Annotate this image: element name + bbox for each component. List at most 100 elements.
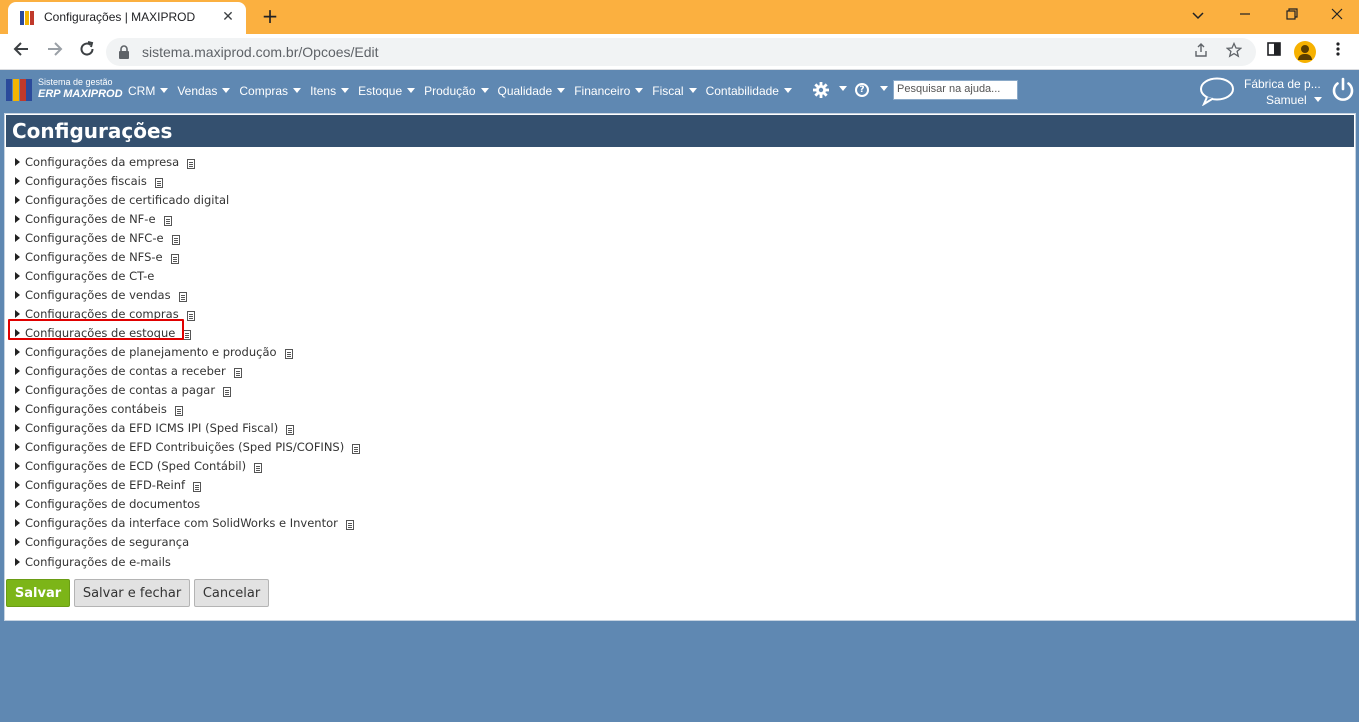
help-document-icon[interactable]: [352, 444, 361, 455]
back-arrow-icon[interactable]: [8, 39, 34, 65]
expand-arrow-icon[interactable]: [15, 481, 20, 490]
expand-arrow-icon[interactable]: [15, 214, 20, 223]
expand-arrow-icon[interactable]: [15, 557, 20, 566]
config-section-item[interactable]: Configurações de documentos: [15, 495, 360, 514]
config-section-item[interactable]: Configurações de e-mails: [15, 552, 360, 571]
new-tab-button[interactable]: +: [258, 5, 282, 29]
config-section-item[interactable]: Configurações de vendas: [15, 285, 360, 304]
config-section-item[interactable]: Configurações da empresa: [15, 152, 360, 171]
help-document-icon[interactable]: [223, 387, 232, 398]
expand-arrow-icon[interactable]: [15, 405, 20, 414]
bookmark-star-icon[interactable]: [1224, 41, 1244, 62]
more-menu-icon[interactable]: [1326, 40, 1350, 64]
expand-arrow-icon[interactable]: [15, 233, 20, 242]
power-logout-icon[interactable]: [1330, 77, 1356, 103]
help-document-icon[interactable]: [171, 234, 180, 245]
config-section-label[interactable]: Configurações de vendas: [25, 288, 171, 302]
help-document-icon[interactable]: [174, 406, 183, 417]
menu-item-financeiro[interactable]: Financeiro: [574, 82, 644, 100]
expand-arrow-icon[interactable]: [15, 367, 20, 376]
settings-gear-icon[interactable]: [812, 81, 830, 99]
expand-arrow-icon[interactable]: [15, 347, 20, 356]
menu-item-fiscal[interactable]: Fiscal: [652, 82, 697, 100]
config-section-label[interactable]: Configurações de NF-e: [25, 212, 156, 226]
config-section-label[interactable]: Configurações de EFD Contribuições (Sped…: [25, 440, 344, 454]
config-section-item[interactable]: Configurações de contas a pagar: [15, 381, 360, 400]
expand-arrow-icon[interactable]: [15, 290, 20, 299]
config-section-item[interactable]: Configurações de NF-e: [15, 209, 360, 228]
minimize-button[interactable]: [1233, 4, 1257, 28]
user-menu[interactable]: Samuel: [1266, 93, 1322, 107]
help-document-icon[interactable]: [286, 425, 295, 436]
help-document-icon[interactable]: [254, 463, 263, 474]
help-document-icon[interactable]: [163, 215, 172, 226]
help-document-icon[interactable]: [233, 368, 242, 379]
config-section-label[interactable]: Configurações da EFD ICMS IPI (Sped Fisc…: [25, 421, 278, 435]
reload-icon[interactable]: [74, 39, 100, 65]
cancel-button[interactable]: Cancelar: [194, 579, 269, 607]
config-section-item[interactable]: Configurações contábeis: [15, 400, 360, 419]
menu-item-itens[interactable]: Itens: [310, 82, 350, 100]
restore-button[interactable]: [1280, 4, 1304, 28]
config-section-item[interactable]: Configurações de ECD (Sped Contábil): [15, 457, 360, 476]
config-section-item[interactable]: Configurações de planejamento e produção: [15, 342, 360, 361]
help-document-icon[interactable]: [186, 310, 195, 321]
config-section-label[interactable]: Configurações de contas a receber: [25, 364, 226, 378]
config-section-label[interactable]: Configurações de planejamento e produção: [25, 345, 277, 359]
config-section-item[interactable]: Configurações de certificado digital: [15, 190, 360, 209]
menu-item-estoque[interactable]: Estoque: [358, 82, 416, 100]
config-section-item[interactable]: Configurações de EFD Contribuições (Sped…: [15, 438, 361, 457]
help-search-input[interactable]: Pesquisar na ajuda...: [893, 80, 1018, 100]
menu-item-qualidade[interactable]: Qualidade: [498, 82, 566, 100]
config-section-label[interactable]: Configurações de segurança: [25, 535, 189, 549]
config-section-label[interactable]: Configurações da empresa: [25, 155, 179, 169]
share-icon[interactable]: [1191, 42, 1211, 62]
menu-item-crm[interactable]: CRM: [128, 82, 169, 100]
config-section-label[interactable]: Configurações de EFD-Reinf: [25, 478, 185, 492]
expand-arrow-icon[interactable]: [15, 424, 20, 433]
config-section-label[interactable]: Configurações fiscais: [25, 174, 147, 188]
menu-item-producao[interactable]: Produção: [424, 82, 489, 100]
expand-arrow-icon[interactable]: [15, 271, 20, 280]
profile-avatar[interactable]: [1294, 41, 1316, 63]
help-document-icon[interactable]: [183, 329, 192, 340]
help-document-icon[interactable]: [170, 253, 179, 264]
help-document-icon[interactable]: [187, 158, 196, 169]
address-bar[interactable]: sistema.maxiprod.com.br/Opcoes/Edit: [106, 38, 1256, 66]
config-section-label[interactable]: Configurações de contas a pagar: [25, 383, 215, 397]
config-section-label[interactable]: Configurações de NFC-e: [25, 231, 164, 245]
help-document-icon[interactable]: [345, 520, 354, 531]
config-section-item[interactable]: Configurações de NFC-e: [15, 228, 360, 247]
maxiprod-logo-icon[interactable]: [6, 79, 32, 101]
config-section-label[interactable]: Configurações da interface com SolidWork…: [25, 516, 338, 530]
config-section-item[interactable]: Configurações da EFD ICMS IPI (Sped Fisc…: [15, 419, 360, 438]
config-section-label[interactable]: Configurações de CT-e: [25, 269, 154, 283]
config-section-item[interactable]: Configurações fiscais: [15, 171, 360, 190]
config-section-item[interactable]: Configurações da interface com SolidWork…: [15, 514, 360, 533]
tab-close-icon[interactable]: ✕: [220, 9, 236, 25]
expand-arrow-icon[interactable]: [15, 157, 20, 166]
expand-arrow-icon[interactable]: [15, 195, 20, 204]
help-document-icon[interactable]: [284, 348, 293, 359]
expand-arrow-icon[interactable]: [15, 176, 20, 185]
forward-arrow-icon[interactable]: [42, 39, 68, 65]
config-section-label[interactable]: Configurações de e-mails: [25, 555, 171, 569]
settings-caret-icon[interactable]: [839, 86, 847, 91]
expand-arrow-icon[interactable]: [15, 519, 20, 528]
expand-arrow-icon[interactable]: [15, 500, 20, 509]
help-document-icon[interactable]: [178, 291, 187, 302]
config-section-label[interactable]: Configurações de ECD (Sped Contábil): [25, 459, 246, 473]
close-window-button[interactable]: [1325, 4, 1349, 28]
menu-item-compras[interactable]: Compras: [239, 82, 302, 100]
expand-arrow-icon[interactable]: [15, 538, 20, 547]
expand-arrow-icon[interactable]: [15, 252, 20, 261]
expand-arrow-icon[interactable]: [15, 462, 20, 471]
chat-bubble-icon[interactable]: [1198, 76, 1236, 106]
side-panel-icon[interactable]: [1262, 40, 1286, 64]
config-section-item[interactable]: Configurações de EFD-Reinf: [15, 476, 360, 495]
config-section-item[interactable]: Configurações de segurança: [15, 533, 360, 552]
config-section-item[interactable]: Configurações de contas a receber: [15, 362, 360, 381]
menu-item-vendas[interactable]: Vendas: [177, 82, 231, 100]
expand-arrow-icon[interactable]: [15, 386, 20, 395]
config-section-label[interactable]: Configurações de documentos: [25, 497, 200, 511]
